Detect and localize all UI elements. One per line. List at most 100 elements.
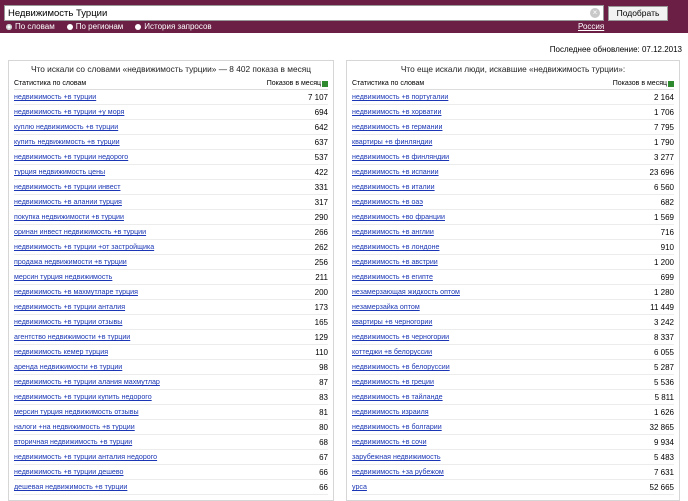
impressions-count: 9 934 <box>653 437 674 447</box>
phrase-link[interactable]: недвижимость +в турции анталия <box>14 303 125 311</box>
impressions-count: 1 200 <box>653 257 674 267</box>
table-row: недвижимость +в англии 716 <box>352 225 674 240</box>
phrase-link[interactable]: недвижимость +в турции +у моря <box>14 108 124 116</box>
phrase-link[interactable]: недвижимость израиля <box>352 408 429 416</box>
sort-icon[interactable] <box>322 80 328 87</box>
phrase-link[interactable]: недвижимость +в хорватии <box>352 108 441 116</box>
phrase-link[interactable]: недвижимость +в белоруссии <box>352 363 450 371</box>
panel-title: Что еще искали люди, искавшие «недвижимо… <box>400 64 626 74</box>
impressions-count: 266 <box>314 227 328 237</box>
phrase-link[interactable]: вторичная недвижимость +в турции <box>14 438 132 446</box>
sort-icon[interactable] <box>668 80 674 87</box>
phrase-link[interactable]: агентство недвижимости +в турции <box>14 333 130 341</box>
phrase-link[interactable]: недвижимость +в турции анталия недорого <box>14 453 157 461</box>
col-words: Статистика по словам <box>14 80 87 87</box>
impressions-count: 637 <box>314 137 328 147</box>
phrase-link[interactable]: урса <box>352 483 367 491</box>
impressions-count: 165 <box>314 317 328 327</box>
tab-history[interactable]: История запросов <box>135 22 212 31</box>
col-words: Статистика по словам <box>352 80 425 87</box>
phrase-link[interactable]: недвижимость +в турции недорого <box>14 153 128 161</box>
phrase-link[interactable]: недвижимость +в германии <box>352 123 442 131</box>
impressions-count: 5 483 <box>653 452 674 462</box>
phrase-link[interactable]: недвижимость +в австрии <box>352 258 438 266</box>
phrase-link[interactable]: недвижимость +в оаэ <box>352 198 423 206</box>
phrase-link[interactable]: недвижимость +в турции инвест <box>14 183 120 191</box>
phrase-link[interactable]: недвижимость +в болгарии <box>352 423 442 431</box>
phrase-link[interactable]: недвижимость +в махмутларе турция <box>14 288 138 296</box>
table-row: недвижимость +в германии 7 795 <box>352 120 674 135</box>
impressions-count: 2 164 <box>653 92 674 102</box>
phrase-link[interactable]: мерсин турция недвижимость <box>14 273 112 281</box>
impressions-count: 331 <box>314 182 328 192</box>
phrase-link[interactable]: недвижимость +в турции купить недорого <box>14 393 152 401</box>
left-rows: недвижимость +в турции 7 107 недвижимость … <box>14 90 328 495</box>
impressions-count: 537 <box>314 152 328 162</box>
table-row: недвижимость +в испании 23 696 <box>352 165 674 180</box>
phrase-link[interactable]: дешевая недвижимость +в турции <box>14 483 127 491</box>
phrase-link[interactable]: недвижимость кемер турция <box>14 348 108 356</box>
phrase-link[interactable]: недвижимость +в финляндии <box>352 153 449 161</box>
phrase-link[interactable]: недвижимость +в турции отзывы <box>14 318 122 326</box>
table-row: недвижимость +в болгарии 32 865 <box>352 420 674 435</box>
phrase-link[interactable]: оринан инвест недвижимость +в турции <box>14 228 146 236</box>
phrase-link[interactable]: купить недвижимость +в турции <box>14 138 120 146</box>
phrase-link[interactable]: недвижимость +в алании турция <box>14 198 122 206</box>
phrase-link[interactable]: квартиры +в финляндии <box>352 138 432 146</box>
phrase-link[interactable]: недвижимость +в турции +от застройщика <box>14 243 154 251</box>
phrase-link[interactable]: недвижимость +в египте <box>352 273 433 281</box>
phrase-link[interactable]: налоги +на недвижимость +в турции <box>14 423 135 431</box>
phrase-link[interactable]: куплю недвижимость +в турции <box>14 123 118 131</box>
impressions-count: 98 <box>319 362 328 372</box>
phrase-link[interactable]: турция недвижимость цены <box>14 168 105 176</box>
phrase-link[interactable]: недвижимость +в греции <box>352 378 434 386</box>
left-panel: Что искали со словами «недвижимость турц… <box>8 60 334 501</box>
clear-icon[interactable]: × <box>590 8 600 18</box>
phrase-link[interactable]: продажа недвижимости +в турции <box>14 258 127 266</box>
phrase-link[interactable]: недвижимость +в англии <box>352 228 434 236</box>
phrase-link[interactable]: недвижимость +в турции алания махмутлар <box>14 378 160 386</box>
tab-regions[interactable]: По регионам <box>66 22 123 31</box>
phrase-link[interactable]: квартиры +в черногории <box>352 318 432 326</box>
impressions-count: 66 <box>319 482 328 492</box>
phrase-link[interactable]: незамерзайка оптом <box>352 303 420 311</box>
phrase-link[interactable]: недвижимость +в сочи <box>352 438 427 446</box>
phrase-link[interactable]: недвижимость +в турции <box>14 93 96 101</box>
impressions-count: 110 <box>315 347 328 357</box>
impressions-count: 6 560 <box>653 182 674 192</box>
phrase-link[interactable]: незамерзающая жидкость оптом <box>352 288 460 296</box>
table-row: недвижимость израиля 1 626 <box>352 405 674 420</box>
tab-words[interactable]: По словам <box>6 22 55 31</box>
search-box[interactable]: × <box>4 5 604 21</box>
phrase-link[interactable]: недвижимость +в италии <box>352 183 435 191</box>
table-row: куплю недвижимость +в турции 642 <box>14 120 328 135</box>
col-impressions[interactable]: Показов в месяц <box>267 80 328 87</box>
impressions-count: 129 <box>314 332 328 342</box>
impressions-count: 11 449 <box>650 302 674 312</box>
submit-button[interactable]: Подобрать <box>608 6 668 21</box>
phrase-link[interactable]: недвижимость +за рубежом <box>352 468 444 476</box>
table-row: аренда недвижимости +в турции 98 <box>14 360 328 375</box>
table-row: налоги +на недвижимость +в турции 80 <box>14 420 328 435</box>
region-link[interactable]: Россия <box>578 22 604 31</box>
phrase-link[interactable]: недвижимость +в черногории <box>352 333 449 341</box>
table-row: недвижимость кемер турция 110 <box>14 345 328 360</box>
phrase-link[interactable]: зарубежная недвижимость <box>352 453 441 461</box>
impressions-count: 699 <box>660 272 674 282</box>
phrase-link[interactable]: коттеджи +в белоруссии <box>352 348 432 356</box>
phrase-link[interactable]: мерсин турция недвижимость отзывы <box>14 408 139 416</box>
phrase-link[interactable]: недвижимость +в португалии <box>352 93 448 101</box>
table-row: недвижимость +в лондоне 910 <box>352 240 674 255</box>
right-panel: Что еще искали люди, искавшие «недвижимо… <box>346 60 680 501</box>
phrase-link[interactable]: недвижимость +во франции <box>352 213 445 221</box>
search-input[interactable] <box>8 7 588 20</box>
phrase-link[interactable]: аренда недвижимости +в турции <box>14 363 122 371</box>
phrase-link[interactable]: недвижимость +в испании <box>352 168 439 176</box>
phrase-link[interactable]: недвижимость +в тайланде <box>352 393 443 401</box>
phrase-link[interactable]: недвижимость +в лондоне <box>352 243 439 251</box>
impressions-count: 81 <box>319 407 328 417</box>
table-row: купить недвижимость +в турции 637 <box>14 135 328 150</box>
phrase-link[interactable]: покупка недвижимости +в турции <box>14 213 124 221</box>
phrase-link[interactable]: недвижимость +в турции дешево <box>14 468 124 476</box>
col-impressions[interactable]: Показов в месяц <box>613 80 674 87</box>
